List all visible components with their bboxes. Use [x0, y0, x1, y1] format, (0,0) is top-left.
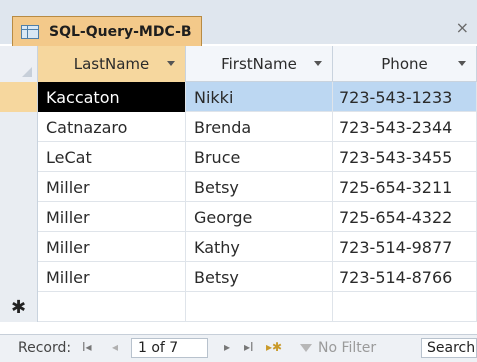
row-selector[interactable] — [0, 232, 38, 262]
phone-cell[interactable]: 725-654-3211 — [333, 172, 477, 202]
dropdown-arrow-icon[interactable] — [314, 61, 322, 66]
table-row[interactable]: Miller George 725-654-4322 — [0, 202, 477, 232]
table-row[interactable]: Catnazaro Brenda 723-543-2344 — [0, 112, 477, 142]
column-header-label: LastName — [73, 55, 150, 73]
header-row: LastName FirstName Phone — [0, 46, 477, 82]
phone-cell[interactable]: 723-514-8766 — [333, 262, 477, 292]
no-filter-label: No Filter — [318, 340, 377, 356]
table-row[interactable]: LeCat Bruce 723-543-3455 — [0, 142, 477, 172]
search-input[interactable]: Search — [421, 338, 477, 358]
column-header-label: Phone — [381, 55, 428, 73]
last-record-icon[interactable]: ▸I — [244, 340, 254, 354]
firstname-cell[interactable] — [186, 292, 333, 322]
column-header-phone[interactable]: Phone — [333, 46, 477, 82]
new-record-button-icon[interactable]: ▸✱ — [266, 340, 282, 354]
firstname-cell[interactable]: Nikki — [186, 82, 333, 112]
phone-cell[interactable]: 723-543-2344 — [333, 112, 477, 142]
tab-bar: SQL-Query-MDC-B × — [0, 0, 477, 46]
phone-cell[interactable] — [333, 292, 477, 322]
row-selector[interactable] — [0, 82, 38, 112]
lastname-cell[interactable] — [38, 292, 186, 322]
lastname-cell[interactable]: Miller — [38, 232, 186, 262]
firstname-cell[interactable]: George — [186, 202, 333, 232]
firstname-cell[interactable]: Brenda — [186, 112, 333, 142]
dropdown-arrow-icon[interactable] — [167, 61, 175, 66]
new-record-row[interactable]: ✱ — [0, 292, 477, 322]
column-header-lastname[interactable]: LastName — [38, 46, 186, 82]
table-row[interactable]: Miller Kathy 723-514-9877 — [0, 232, 477, 262]
firstname-cell[interactable]: Betsy — [186, 172, 333, 202]
lastname-cell[interactable]: Miller — [38, 202, 186, 232]
column-header-firstname[interactable]: FirstName — [186, 46, 333, 82]
firstname-cell[interactable]: Bruce — [186, 142, 333, 172]
filter-icon — [300, 344, 312, 352]
firstname-cell[interactable]: Kathy — [186, 232, 333, 262]
table-row[interactable]: Kaccaton Nikki 723-543-1233 — [0, 82, 477, 112]
datasheet-grid: LastName FirstName Phone Kaccaton Nikki … — [0, 46, 477, 330]
row-selector[interactable] — [0, 202, 38, 232]
phone-cell[interactable]: 723-514-9877 — [333, 232, 477, 262]
previous-record-icon[interactable]: ◂ — [112, 340, 118, 354]
first-record-icon[interactable]: I◂ — [82, 340, 92, 354]
next-record-icon[interactable]: ▸ — [224, 340, 230, 354]
column-header-label: FirstName — [221, 55, 297, 73]
new-record-icon: ✱ — [0, 292, 38, 322]
current-record-input[interactable]: 1 of 7 — [131, 338, 208, 358]
row-selector[interactable] — [0, 112, 38, 142]
lastname-cell[interactable]: Miller — [38, 262, 186, 292]
lastname-cell[interactable]: Catnazaro — [38, 112, 186, 142]
firstname-cell[interactable]: Betsy — [186, 262, 333, 292]
record-label: Record: — [18, 340, 72, 356]
phone-cell[interactable]: 723-543-1233 — [333, 82, 477, 112]
phone-cell[interactable]: 723-543-3455 — [333, 142, 477, 172]
dropdown-arrow-icon[interactable] — [458, 61, 466, 66]
lastname-cell[interactable]: LeCat — [38, 142, 186, 172]
lastname-cell[interactable]: Miller — [38, 172, 186, 202]
query-tab[interactable]: SQL-Query-MDC-B — [12, 16, 202, 46]
table-row[interactable]: Miller Betsy 725-654-3211 — [0, 172, 477, 202]
tab-title: SQL-Query-MDC-B — [49, 23, 192, 40]
row-selector[interactable] — [0, 262, 38, 292]
row-selector[interactable] — [0, 172, 38, 202]
lastname-cell[interactable]: Kaccaton — [38, 82, 186, 112]
record-navigation-bar: Record: I◂ ◂ 1 of 7 ▸ ▸I ▸✱ No Filter Se… — [0, 334, 477, 362]
query-table-icon — [21, 24, 39, 39]
no-filter-button[interactable]: No Filter — [300, 338, 420, 358]
phone-cell[interactable]: 725-654-4322 — [333, 202, 477, 232]
table-row[interactable]: Miller Betsy 723-514-8766 — [0, 262, 477, 292]
close-icon[interactable]: × — [456, 18, 469, 37]
row-selector[interactable] — [0, 142, 38, 172]
select-all-button[interactable] — [0, 46, 38, 82]
